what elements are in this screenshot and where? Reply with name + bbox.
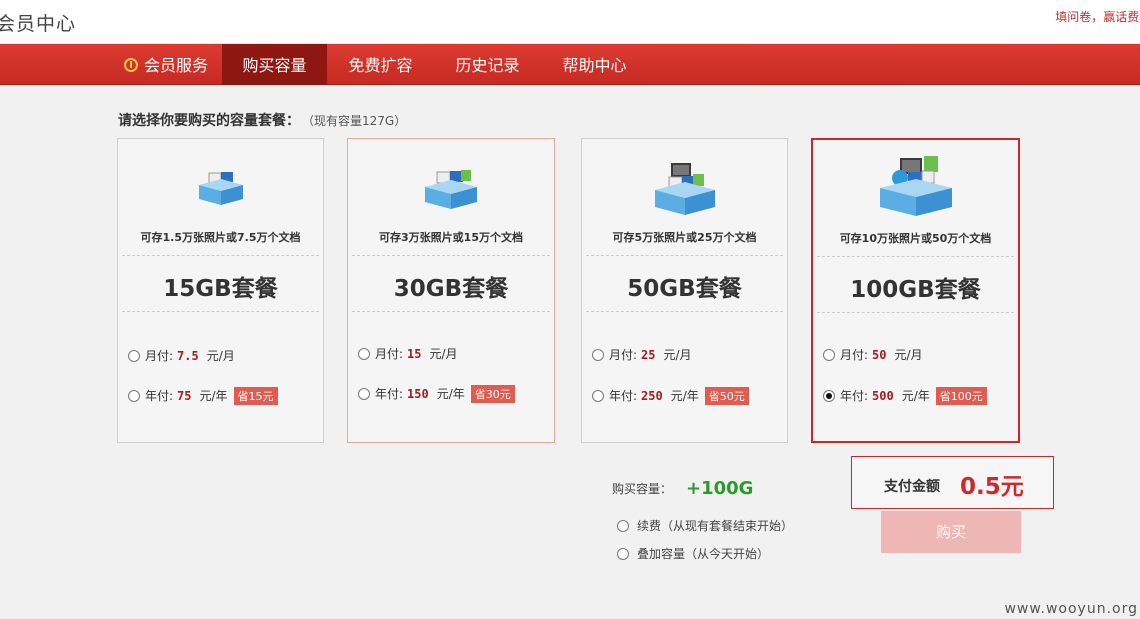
plan-desc: 可存1.5万张照片或7.5万个文档 — [140, 231, 301, 244]
divider — [352, 255, 550, 256]
plan-desc: 可存3万张照片或15万个文档 — [379, 231, 523, 244]
yearly-option[interactable]: 年付: 150 元/年 省30元 — [358, 385, 515, 403]
monthly-radio[interactable] — [592, 349, 604, 361]
renew-option[interactable]: 续费（从现有套餐结束开始） — [617, 517, 793, 534]
main-nav: 会员服务 购买容量 免费扩容 历史记录 帮助中心 — [0, 44, 1140, 85]
plan-name: 100GB套餐 — [850, 277, 981, 303]
current-capacity: （现有容量127G） — [308, 114, 407, 128]
member-service-icon — [123, 58, 138, 72]
monthly-radio[interactable] — [823, 349, 835, 361]
monthly-option[interactable]: 月付: 7.5 元/月 — [128, 347, 235, 364]
plan-select-heading: 请选择你要购买的容量套餐： （现有容量127G） — [118, 113, 407, 129]
yearly-option[interactable]: 年付: 250 元/年 省50元 — [592, 387, 749, 405]
savings-badge: 省30元 — [470, 385, 515, 403]
page-title: 会员中心 — [0, 13, 77, 35]
plan-desc: 可存10万张照片或50万个文档 — [839, 232, 992, 245]
payment-amount-box: 支付金额 0.5元 — [851, 456, 1054, 509]
yearly-option[interactable]: 年付: 500 元/年 省100元 — [823, 387, 987, 405]
divider — [122, 255, 319, 256]
plan-name: 15GB套餐 — [163, 276, 278, 302]
monthly-option[interactable]: 月付: 15 元/月 — [358, 345, 458, 362]
plan-card-30gb[interactable]: 可存3万张照片或15万个文档 30GB套餐 月付: 15 元/月 年付: 150 元/年… — [347, 138, 555, 443]
add-capacity-option[interactable]: 叠加容量（从今天开始） — [617, 545, 769, 562]
renew-radio[interactable] — [617, 520, 629, 532]
top-header: 会员中心 填问卷，赢话费! — [0, 0, 1140, 44]
storage-box-icon — [654, 163, 715, 215]
monthly-radio[interactable] — [128, 350, 140, 362]
yearly-option[interactable]: 年付: 75 元/年 省15元 — [128, 387, 278, 405]
payment-amount: 0.5元 — [960, 474, 1024, 500]
watermark: www.wooyun.org — [1004, 601, 1138, 617]
add-capacity-radio[interactable] — [617, 548, 629, 560]
nav-item-buy-capacity[interactable]: 购买容量 — [222, 44, 327, 85]
savings-badge: 省100元 — [935, 387, 987, 405]
divider — [586, 311, 783, 312]
storage-box-icon — [425, 170, 477, 209]
yearly-radio[interactable] — [358, 388, 370, 400]
savings-badge: 省50元 — [704, 387, 749, 405]
nav-item-history[interactable]: 历史记录 — [434, 44, 541, 85]
buy-button[interactable]: 购买 — [881, 511, 1021, 553]
monthly-radio[interactable] — [358, 348, 370, 360]
nav-item-member-service[interactable]: 会员服务 — [110, 44, 222, 85]
plan-name: 30GB套餐 — [393, 276, 509, 302]
plan-card-100gb[interactable]: 可存10万张照片或50万个文档 100GB套餐 月付: 50 元/月 年付: 500 元… — [811, 138, 1020, 443]
capacity-value: +100G — [686, 478, 754, 499]
survey-promo-link[interactable]: 填问卷，赢话费! — [1055, 8, 1140, 25]
payment-label: 支付金额 — [884, 479, 940, 495]
divider — [817, 256, 1014, 257]
nav-item-help[interactable]: 帮助中心 — [541, 44, 648, 85]
savings-badge: 省15元 — [233, 387, 278, 405]
plan-desc: 可存5万张照片或25万个文档 — [612, 231, 757, 244]
yearly-radio[interactable] — [128, 390, 140, 402]
plan-name: 50GB套餐 — [627, 276, 742, 302]
monthly-option[interactable]: 月付: 25 元/月 — [592, 346, 692, 363]
divider — [352, 311, 550, 312]
plan-card-15gb[interactable]: 可存1.5万张照片或7.5万个文档 15GB套餐 月付: 7.5 元/月 年付: 75… — [117, 138, 324, 443]
divider — [122, 311, 319, 312]
yearly-radio[interactable] — [592, 390, 604, 402]
nav-item-free-expand[interactable]: 免费扩容 — [327, 44, 434, 85]
storage-box-icon — [198, 172, 243, 205]
storage-box-icon — [879, 156, 952, 216]
plan-card-50gb[interactable]: 可存5万张照片或25万个文档 50GB套餐 月付: 25 元/月 年付: 250 元/年… — [581, 138, 788, 443]
divider — [586, 255, 783, 256]
yearly-radio[interactable] — [823, 390, 835, 402]
monthly-option[interactable]: 月付: 50 元/月 — [823, 346, 923, 363]
divider — [817, 312, 1014, 313]
purchase-capacity: 购买容量： +100G — [612, 478, 754, 499]
